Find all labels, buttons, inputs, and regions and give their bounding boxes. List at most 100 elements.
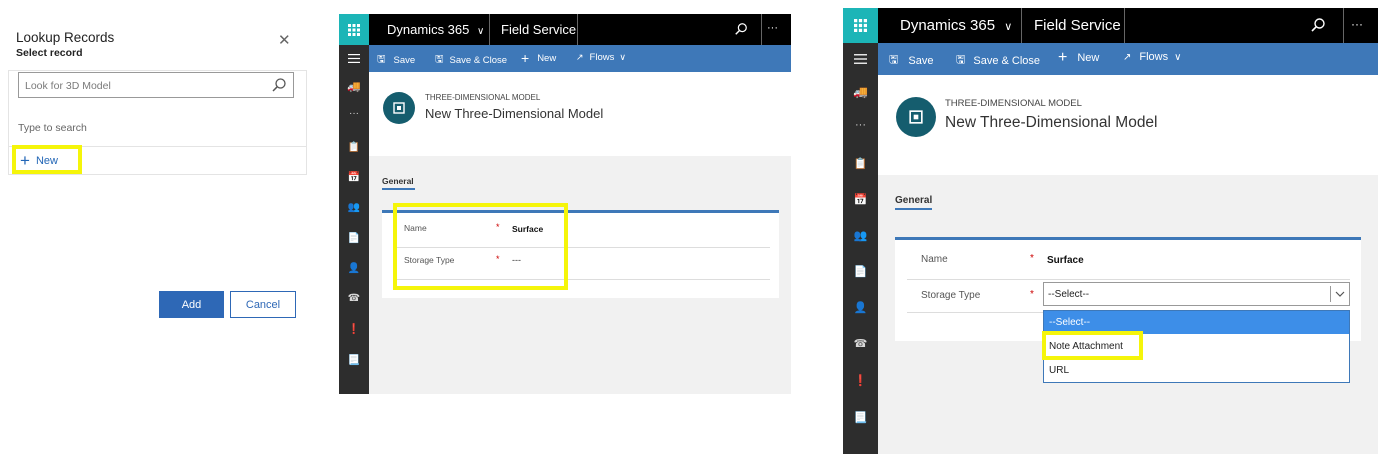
chevron-down-icon[interactable] (1335, 290, 1345, 298)
search-icon[interactable] (734, 22, 748, 36)
person-icon[interactable]: 👤 (843, 301, 878, 314)
contacts-icon[interactable]: ☎ (843, 337, 878, 350)
storage-type-select[interactable]: --Select-- (1043, 282, 1350, 306)
contacts-icon[interactable]: ☎ (339, 293, 369, 304)
divider (1343, 8, 1344, 43)
app-launcher-icon[interactable] (339, 14, 369, 45)
hamburger-icon[interactable] (843, 43, 878, 75)
plus-icon: + (1058, 49, 1068, 66)
dropdown-option-url[interactable]: URL (1044, 359, 1349, 382)
flows-button[interactable]: ↗ Flows ∨ (576, 52, 626, 63)
option-label: --Select-- (1049, 317, 1091, 328)
record-title: New Three-Dimensional Model (425, 106, 604, 121)
name-field[interactable]: Surface (1047, 255, 1084, 266)
divider (1330, 286, 1331, 302)
entity-name: THREE-DIMENSIONAL MODEL (945, 98, 1082, 109)
required-marker: * (1030, 253, 1034, 264)
record-header: THREE-DIMENSIONAL MODEL New Three-Dimens… (369, 72, 791, 156)
save-icon: 🖫 (377, 54, 386, 65)
calendar-icon[interactable]: 📅 (843, 193, 878, 206)
clipboard-icon[interactable]: 📋 (843, 157, 878, 170)
flows-button[interactable]: ↗ Flows ∨ (1123, 51, 1181, 63)
type-to-search-hint: Type to search (18, 122, 87, 134)
app-launcher-icon[interactable] (843, 8, 878, 43)
entity-avatar (383, 92, 415, 124)
search-icon[interactable] (1310, 17, 1326, 33)
alert-doc-icon[interactable]: ❗ (339, 324, 369, 335)
more-icon[interactable]: ··· (339, 108, 369, 119)
required-marker: * (496, 222, 500, 232)
report-icon[interactable]: 📄 (843, 265, 878, 278)
add-button[interactable]: Add (159, 291, 224, 318)
chevron-down-icon: ∨ (1174, 51, 1182, 63)
save-button[interactable]: 🖫 Save (889, 51, 933, 70)
search-icon[interactable] (271, 77, 287, 93)
save-button[interactable]: 🖫 Save (377, 52, 415, 69)
truck-icon[interactable]: 🚚 (339, 80, 369, 93)
divider (396, 279, 770, 280)
people-icon[interactable]: 👥 (339, 202, 369, 213)
calendar-icon[interactable]: 📅 (339, 172, 369, 183)
new-label: New (1077, 52, 1100, 64)
person-icon[interactable]: 👤 (339, 263, 369, 274)
module-name[interactable]: Field Service (1034, 17, 1121, 34)
tab-general[interactable]: General (895, 195, 932, 206)
option-label: URL (1049, 365, 1070, 376)
divider (577, 14, 578, 45)
truck-icon[interactable]: 🚚 (843, 85, 878, 99)
invoice-icon[interactable]: 📃 (843, 411, 878, 424)
chevron-down-icon: ∨ (477, 26, 485, 37)
app-name[interactable]: Dynamics 365 ∨ (387, 22, 484, 37)
lookup-search-field[interactable] (18, 72, 294, 98)
more-icon[interactable]: ··· (1351, 17, 1363, 31)
chevron-down-icon: ∨ (1004, 21, 1013, 33)
more-icon[interactable]: ··· (767, 22, 778, 34)
report-icon[interactable]: 📄 (339, 233, 369, 244)
dropdown-option-note-attachment[interactable]: Note Attachment (1044, 335, 1349, 358)
save-close-button[interactable]: 🖫 Save & Close (435, 52, 507, 69)
name-label: Name (921, 254, 948, 265)
save-close-button[interactable]: 🖫 Save & Close (956, 51, 1040, 70)
hamburger-icon[interactable] (339, 45, 369, 72)
storage-type-selected: --Select-- (1048, 289, 1090, 300)
divider (761, 14, 762, 45)
entity-avatar (896, 97, 936, 137)
new-label: New (537, 52, 557, 64)
new-button[interactable]: + New (521, 50, 556, 66)
flow-icon: ↗ (576, 52, 584, 62)
cancel-button[interactable]: Cancel (230, 291, 296, 318)
lookup-search-input[interactable] (23, 76, 267, 96)
save-close-label: Save & Close (449, 55, 508, 66)
dropdown-option-select[interactable]: --Select-- (1044, 311, 1349, 334)
top-bar: Dynamics 365 ∨ Field Service ··· (339, 14, 791, 45)
divider (907, 279, 1350, 280)
app-name[interactable]: Dynamics 365 ∨ (900, 17, 1012, 34)
divider (8, 146, 307, 147)
clipboard-icon[interactable]: 📋 (339, 142, 369, 153)
save-label: Save (393, 55, 416, 66)
required-marker: * (1030, 289, 1034, 300)
save-icon: 🖫 (889, 54, 899, 66)
waffle-icon (854, 19, 867, 32)
tab-general[interactable]: General (382, 176, 414, 186)
waffle-icon (348, 23, 360, 36)
left-nav: 🚚 ··· 📋 📅 👥 📄 👤 ☎ ❗ 📃 (339, 72, 369, 394)
name-field[interactable]: Surface (512, 224, 543, 234)
save-close-label: Save & Close (973, 54, 1041, 67)
save-close-icon: 🖫 (956, 54, 966, 66)
storage-type-field[interactable]: --- (512, 255, 521, 265)
entity-name: THREE-DIMENSIONAL MODEL (425, 93, 541, 102)
tab-underline (382, 188, 415, 190)
storage-type-label: Storage Type (404, 255, 455, 265)
alert-doc-icon[interactable]: ❗ (843, 374, 878, 387)
save-label: Save (908, 54, 934, 67)
new-button[interactable]: + New (1058, 49, 1099, 67)
people-icon[interactable]: 👥 (843, 229, 878, 242)
top-bar: Dynamics 365 ∨ Field Service ··· (843, 8, 1378, 43)
new-record-button[interactable]: + New (20, 151, 58, 171)
more-icon[interactable]: ··· (843, 119, 878, 131)
invoice-icon[interactable]: 📃 (339, 355, 369, 366)
module-name[interactable]: Field Service (501, 22, 576, 37)
close-icon[interactable]: ✕ (278, 31, 291, 49)
chevron-down-icon: ∨ (619, 52, 626, 62)
